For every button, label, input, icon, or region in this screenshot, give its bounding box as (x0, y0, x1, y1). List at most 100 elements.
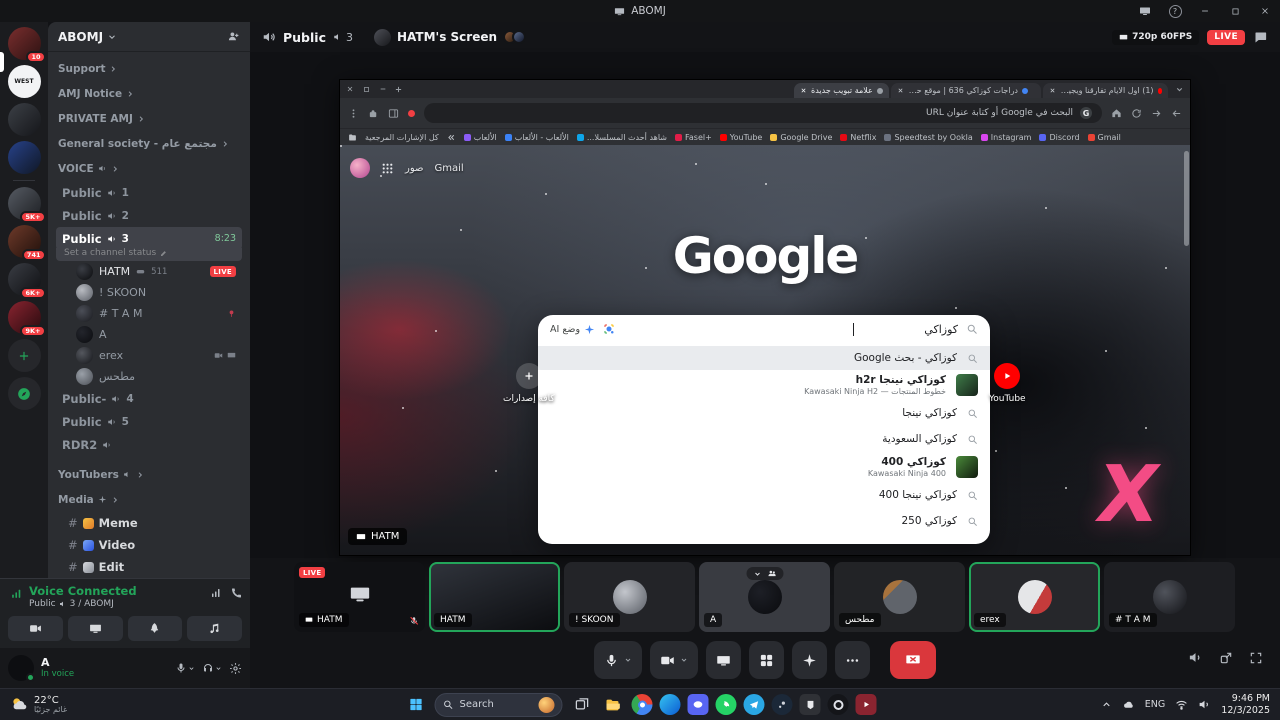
voice-channel-public-5[interactable]: Public 5 (56, 410, 242, 433)
activities-button[interactable] (749, 641, 784, 679)
chevron-down-icon[interactable] (680, 656, 688, 664)
invite-people-icon[interactable] (227, 30, 240, 43)
tile-mathas[interactable]: مطحس (834, 562, 965, 632)
tile-a[interactable]: A (699, 562, 830, 632)
restore-icon[interactable] (363, 86, 370, 93)
chat-icon[interactable] (1253, 30, 1268, 45)
chrome-icon[interactable] (631, 694, 653, 715)
voice-member-skoon[interactable]: ! SKOON (56, 282, 242, 303)
google-account-avatar[interactable] (350, 158, 370, 178)
browser-menu-icon[interactable] (348, 108, 359, 119)
voice-member-mathas[interactable]: مطحس (56, 366, 242, 387)
shortcut-add[interactable]: كافة إصدارات (503, 363, 555, 404)
screenshare-button[interactable] (67, 615, 123, 641)
user-avatar[interactable] (8, 655, 35, 682)
bookmark-item[interactable]: Discord (1039, 133, 1080, 142)
channel-status-setter[interactable]: Set a channel status (56, 248, 242, 261)
google-search-input[interactable]: كوزاكي وضع AI (538, 315, 990, 343)
shared-screen[interactable]: علامة تبويب جديدة دراجات كوزاكي 636 | مو… (340, 80, 1190, 555)
camera-toggle-button[interactable] (8, 615, 63, 641)
server-icon[interactable]: 10 (7, 27, 46, 63)
mic-button[interactable] (594, 641, 642, 679)
disconnect-call-icon[interactable] (230, 587, 242, 599)
voice-member-a[interactable]: A (56, 324, 242, 345)
cloud-icon[interactable] (1122, 698, 1135, 711)
volume-icon[interactable] (1198, 698, 1211, 711)
help-button[interactable]: ? (1160, 0, 1190, 22)
sidebar-panel-icon[interactable] (388, 108, 399, 119)
gmail-link[interactable]: Gmail (435, 163, 464, 174)
bookmark-item[interactable]: Instagram (980, 133, 1031, 142)
suggestion-row[interactable]: كوزاكي 400 Kawasaki Ninja 400 (538, 452, 990, 482)
bookmark-item[interactable]: الألعاب (463, 133, 497, 142)
tile-hatm-camera[interactable]: HATM (429, 562, 560, 632)
category-private-amj[interactable]: PRIVATE AMJ (56, 106, 242, 131)
voice-channel-rdr2[interactable]: RDR2 (56, 433, 242, 456)
voice-channel-public-4[interactable]: Public- 4 (56, 387, 242, 410)
minimize-button[interactable] (1190, 0, 1220, 22)
bookmark-item[interactable]: Netflix (840, 133, 876, 142)
suggestion-row[interactable]: كوزاكي نينجا h2r Kawasaki Ninja H2 — خطوط… (538, 370, 990, 400)
rtc-quality-icon[interactable] (210, 587, 222, 599)
server-header[interactable]: ABOMJ (48, 22, 250, 52)
start-button[interactable] (404, 693, 428, 717)
weather-widget[interactable]: 22°C غائم جزئيًا (10, 695, 67, 715)
activities-button[interactable] (127, 615, 183, 641)
suggestion-row[interactable]: كوزاكي السعودية (538, 426, 990, 452)
voice-channel-public-1[interactable]: Public 1 (56, 181, 242, 204)
popout-icon[interactable] (1219, 651, 1233, 665)
voice-member-tam[interactable]: # T A M (56, 303, 242, 324)
close-button[interactable] (1250, 0, 1280, 22)
close-tab-icon[interactable] (800, 87, 807, 94)
browser-window-controls[interactable] (346, 85, 387, 93)
text-channel-video[interactable]: # Video (56, 534, 242, 556)
wifi-icon[interactable] (1175, 698, 1188, 711)
text-channel-edit[interactable]: # Edit (56, 556, 242, 578)
suggestion-row[interactable]: كوزاكي نينجا 400 (538, 482, 990, 508)
more-options-button[interactable] (835, 641, 870, 679)
fullscreen-icon[interactable] (1249, 651, 1263, 665)
user-panel[interactable]: A In voice (0, 648, 250, 688)
bookmarks-folder-icon[interactable] (348, 133, 357, 142)
bookmark-item[interactable]: YouTube (719, 133, 762, 142)
reload-icon[interactable] (1131, 108, 1142, 119)
server-icon[interactable]: 6K+ (7, 263, 46, 299)
address-bar[interactable]: G البحث في Google أو كتابة عنوان URL (424, 103, 1102, 123)
suggestion-row[interactable]: كوزاكي 250 (538, 508, 990, 534)
extensions-puzzle-icon[interactable] (368, 108, 379, 119)
bookmark-item[interactable]: Gmail (1087, 133, 1121, 142)
discord-icon[interactable] (687, 694, 709, 715)
tile-hatm-stream[interactable]: LIVE HATM (294, 562, 425, 632)
stop-streaming-button[interactable] (890, 641, 936, 679)
server-icon[interactable]: 9K+ (7, 301, 46, 337)
settings-gear-icon[interactable] (229, 662, 242, 675)
server-icon[interactable]: 5K+ (7, 187, 46, 223)
home-icon[interactable] (1111, 108, 1122, 119)
file-explorer-icon[interactable] (601, 693, 625, 717)
bookmark-item[interactable]: Google Drive (770, 133, 832, 142)
stream-selector[interactable]: HATM's Screen (374, 28, 527, 46)
tile-overflow-pill[interactable] (746, 567, 783, 580)
hidden-icons-chevron[interactable] (1101, 699, 1112, 710)
bookmark-item[interactable]: Fasel+ (675, 133, 712, 142)
language-indicator[interactable]: ENG (1145, 699, 1165, 710)
ai-mode-chip[interactable]: وضع AI (550, 324, 595, 335)
category-amj-notice[interactable]: AMJ Notice (56, 81, 242, 106)
chevrons-left-icon[interactable] (447, 133, 456, 142)
back-arrow-icon[interactable] (1171, 108, 1182, 119)
server-icon[interactable]: WEST (7, 65, 41, 98)
tab-search-chevron-icon[interactable] (1175, 85, 1184, 94)
server-icon[interactable]: 741 (7, 225, 46, 261)
camera-button[interactable] (650, 641, 698, 679)
deafen-button[interactable] (202, 662, 222, 674)
volume-icon[interactable] (1188, 650, 1203, 665)
voice-location[interactable]: Public 3 / ABOMJ (29, 599, 137, 609)
category-youtubers[interactable]: YouTubers (56, 462, 242, 487)
taskbar-clock[interactable]: 9:46 PM 12/3/2025 (1221, 693, 1270, 717)
tile-erex[interactable]: erex (969, 562, 1100, 632)
screenshare-button[interactable] (706, 641, 741, 679)
soundboard-button[interactable] (792, 641, 827, 679)
category-general-society[interactable]: General society - مجتمع عام (56, 131, 242, 156)
add-server-button[interactable] (7, 339, 41, 372)
steam-icon[interactable] (771, 694, 793, 715)
